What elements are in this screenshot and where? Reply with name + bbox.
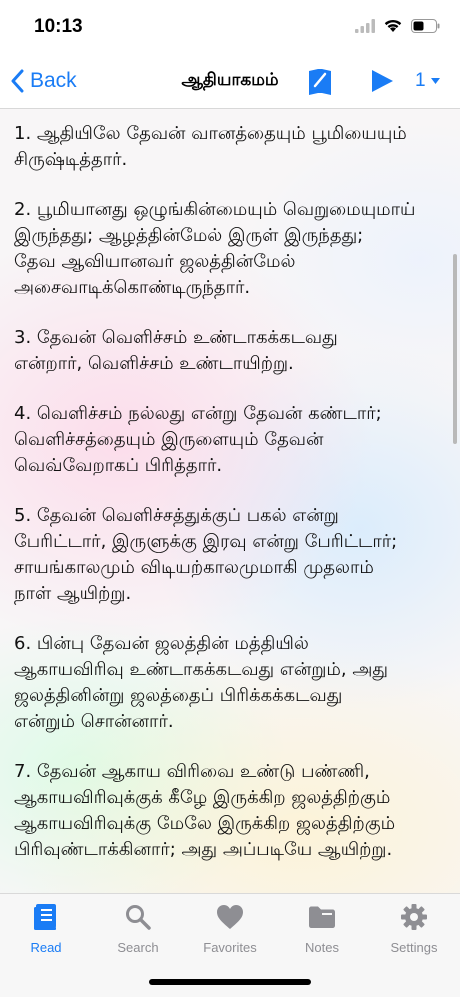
gear-icon (401, 904, 427, 930)
tab-favorites[interactable]: Favorites (184, 902, 276, 955)
tab-settings-label: Settings (390, 940, 438, 955)
heart-icon (217, 905, 243, 929)
chevron-left-icon (11, 69, 24, 93)
tab-settings[interactable]: Settings (368, 902, 460, 955)
book-icon (34, 904, 56, 930)
chapter-number: 1 (415, 70, 426, 91)
play-icon (372, 70, 393, 92)
verse-list: 1. ஆதியிலே தேவன் வானத்தையும் பூமியையும் … (0, 109, 460, 863)
verse-4[interactable]: 4. வெளிச்சம் நல்லது என்று தேவன் கண்டார்;… (14, 401, 446, 479)
chapter-selector[interactable]: 1 (415, 70, 440, 92)
status-bar: 10:13 (0, 0, 460, 56)
home-indicator (149, 979, 311, 985)
tab-read[interactable]: Read (0, 902, 92, 955)
back-label: Back (30, 69, 77, 92)
folder-icon (309, 906, 335, 928)
open-book-icon (309, 69, 331, 95)
play-audio-button[interactable] (370, 69, 394, 97)
verse-5[interactable]: 5. தேவன் வெளிச்சத்துக்குப் பகல் என்று பே… (14, 503, 446, 607)
back-button[interactable]: Back (10, 64, 77, 98)
wifi-icon (383, 18, 403, 37)
verse-1[interactable]: 1. ஆதியிலே தேவன் வானத்தையும் பூமியையும் … (14, 121, 446, 173)
cellular-icon (355, 18, 375, 37)
tab-read-label: Read (30, 940, 62, 955)
scroll-indicator[interactable] (453, 254, 457, 444)
book-title: ஆதியாகமம் (181, 70, 279, 90)
verse-2[interactable]: 2. பூமியானது ஒழுங்கின்மையும் வெறுமையுமாய… (14, 197, 446, 301)
caret-down-icon (430, 78, 440, 84)
tab-notes[interactable]: Notes (276, 902, 368, 955)
status-icons (355, 18, 440, 37)
tab-search-label: Search (117, 940, 159, 955)
battery-icon (411, 18, 440, 37)
verse-3[interactable]: 3. தேவன் வெளிச்சம் உண்டாகக்கடவது என்றார்… (14, 325, 446, 377)
verse-6[interactable]: 6. பின்பு தேவன் ஜலத்தின் மத்தியில் ஆகாயவ… (14, 631, 446, 735)
magnifier-icon (126, 905, 151, 930)
navigation-bar: Back ஆதியாகமம் 1 (0, 56, 460, 109)
verse-7[interactable]: 7. தேவன் ஆகாய விரிவை உண்டு பண்ணி, ஆகாயவி… (14, 759, 446, 863)
status-time: 10:13 (34, 16, 83, 37)
tab-favorites-label: Favorites (203, 940, 257, 955)
tab-notes-label: Notes (305, 940, 339, 955)
tab-search[interactable]: Search (92, 902, 184, 955)
chapter-content[interactable]: 1. ஆதியிலே தேவன் வானத்தையும் பூமியையும் … (0, 109, 460, 893)
toggle-translation-button[interactable] (307, 66, 333, 100)
